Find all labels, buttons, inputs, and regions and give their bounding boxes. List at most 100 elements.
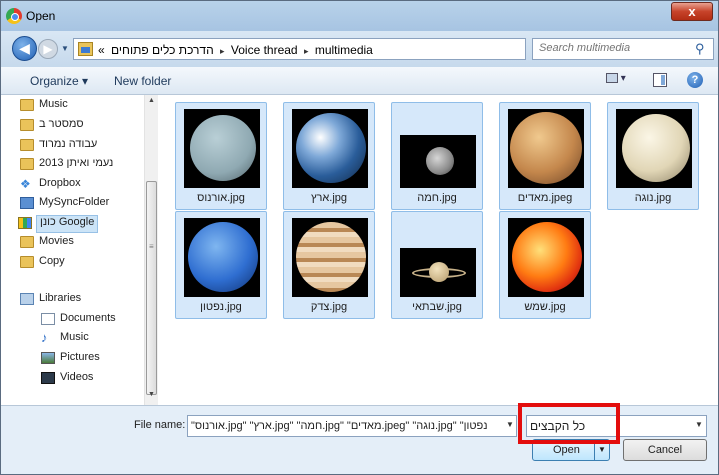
mars-thumbnail — [508, 109, 584, 188]
chevron-down-icon[interactable]: ▼ — [695, 420, 703, 429]
saturn-thumbnail — [400, 248, 476, 297]
breadcrumb-item[interactable]: Voice thread — [231, 43, 298, 57]
file-item[interactable]: ארץ.jpg — [283, 102, 375, 210]
sidebar-item[interactable]: עבודה נמרוד — [20, 138, 98, 156]
sidebar-item-label: Music — [39, 98, 68, 110]
sidebar-item-label: Movies — [39, 235, 74, 247]
sidebar-item[interactable]: Music — [20, 98, 68, 116]
breadcrumb-separator-icon[interactable]: ▸ — [304, 46, 309, 56]
file-item[interactable]: נוגה.jpg — [607, 102, 699, 210]
scroll-up-icon[interactable]: ▲ — [148, 97, 155, 104]
file-name: אורנוס.jpg — [197, 192, 245, 204]
file-name: נפטון.jpg — [200, 301, 242, 313]
open-button-label: Open — [553, 444, 580, 456]
folder-icon — [20, 139, 34, 151]
copy-icon — [20, 256, 34, 268]
sidebar-item-label: Pictures — [60, 351, 100, 363]
folder-icon — [20, 158, 34, 170]
videos-icon — [41, 372, 55, 384]
sidebar-item-label: כונן Google — [40, 216, 95, 228]
libraries-icon — [20, 293, 34, 305]
breadcrumb: « הדרכת כלים פתוחים ▸ Voice thread ▸ mul… — [98, 43, 376, 57]
sidebar-item-label: Copy — [39, 255, 65, 267]
help-icon[interactable]: ? — [687, 72, 703, 88]
file-item[interactable]: נפטון.jpg — [175, 211, 267, 319]
sidebar-item[interactable]: Videos — [41, 371, 94, 389]
organize-button[interactable]: Organize ▾ — [30, 74, 88, 88]
venus-thumbnail — [616, 109, 692, 188]
scroll-down-icon[interactable]: ▼ — [148, 391, 155, 398]
sidebar-item-label: Videos — [60, 371, 94, 383]
breadcrumb-overflow[interactable]: « — [98, 43, 105, 57]
sidebar-item[interactable]: Pictures — [41, 351, 100, 369]
cancel-button[interactable]: Cancel — [623, 439, 707, 461]
file-item[interactable]: שמש.jpg — [499, 211, 591, 319]
back-button[interactable]: ◀ — [12, 36, 37, 61]
file-name: שמש.jpg — [524, 301, 566, 313]
chrome-icon — [6, 8, 22, 24]
sidebar-item[interactable]: ❖ Dropbox — [20, 177, 81, 195]
pictures-icon — [41, 352, 55, 364]
close-button[interactable]: x — [671, 2, 713, 21]
sidebar-item-label: סמסטר ב — [39, 118, 84, 130]
sidebar-item-label: Dropbox — [39, 177, 81, 189]
sidebar-item-label: Documents — [60, 312, 116, 324]
breadcrumb-separator-icon[interactable]: ▸ — [220, 46, 225, 56]
file-name-value[interactable]: "אורנוס.jpg" "ארץ.jpg" "חמה.jpg" "מאדים.… — [191, 420, 501, 432]
recent-pages-dropdown[interactable]: ▼ — [61, 44, 69, 53]
file-item[interactable]: צדק.jpg — [283, 211, 375, 319]
dropbox-icon: ❖ — [20, 177, 31, 191]
change-view-button[interactable]: ▾ — [606, 73, 638, 89]
search-box[interactable]: ⚲ — [532, 38, 714, 60]
file-name-field[interactable]: "אורנוס.jpg" "ארץ.jpg" "חמה.jpg" "מאדים.… — [187, 415, 517, 437]
sidebar-item[interactable]: ♪ Music — [41, 331, 89, 349]
sidebar-scrollbar[interactable]: ▲ ≡ ▼ — [144, 95, 158, 405]
preview-pane-icon[interactable] — [653, 73, 667, 87]
sidebar-item[interactable]: Movies — [20, 235, 74, 253]
earth-thumbnail — [292, 109, 368, 188]
file-name: נוגה.jpg — [634, 192, 672, 204]
sidebar-item[interactable]: Copy — [20, 255, 65, 273]
file-item[interactable]: חמה.jpg — [391, 102, 483, 210]
file-list: אורנוס.jpg ארץ.jpg חמה.jpg מאדים.jpeg נו… — [158, 95, 718, 405]
file-name: שבתאי.jpg — [412, 301, 462, 313]
breadcrumb-item[interactable]: הדרכת כלים פתוחים — [111, 43, 214, 57]
search-input[interactable] — [539, 42, 689, 54]
uranus-thumbnail — [184, 109, 260, 188]
sidebar-item[interactable]: Documents — [41, 312, 116, 330]
folder-icon — [20, 119, 34, 131]
title-bar: Open x — [1, 1, 718, 31]
open-file-dialog: Open x ◀ ▶ ▼ « הדרכת כלים פתוחים ▸ Voice… — [0, 0, 719, 475]
documents-icon — [41, 313, 55, 325]
file-item[interactable]: שבתאי.jpg — [391, 211, 483, 319]
folder-icon — [20, 99, 34, 111]
sidebar-item-google-drive[interactable]: כונן Google — [18, 215, 99, 233]
window-title: Open — [26, 9, 56, 23]
file-name: מאדים.jpeg — [517, 192, 573, 204]
sidebar-item-label: עבודה נמרוד — [39, 138, 98, 150]
address-bar[interactable]: « הדרכת כלים פתוחים ▸ Voice thread ▸ mul… — [73, 38, 590, 60]
file-name: ארץ.jpg — [310, 192, 348, 204]
toolbar: Organize ▾ New folder ▾ ? — [1, 67, 718, 95]
new-folder-button[interactable]: New folder — [114, 74, 171, 88]
file-item[interactable]: מאדים.jpeg — [499, 102, 591, 210]
jupiter-thumbnail — [292, 218, 368, 297]
file-name-dropdown-icon[interactable]: ▼ — [506, 420, 514, 429]
navigation-pane: Music סמסטר ב עבודה נמרוד נעמי ואיתן 201… — [1, 95, 158, 405]
neptune-thumbnail — [184, 218, 260, 297]
file-name: חמה.jpg — [417, 192, 457, 204]
sidebar-item[interactable]: סמסטר ב — [20, 118, 84, 136]
forward-button[interactable]: ▶ — [38, 39, 58, 59]
sidebar-item-label: MySyncFolder — [39, 196, 110, 208]
sidebar-item-label: Libraries — [39, 292, 82, 304]
navigation-bar: ◀ ▶ ▼ « הדרכת כלים פתוחים ▸ Voice thread… — [1, 31, 718, 67]
breadcrumb-item[interactable]: multimedia — [315, 43, 373, 57]
sidebar-item-libraries[interactable]: Libraries — [20, 292, 82, 310]
sidebar-item[interactable]: MySyncFolder — [20, 196, 110, 214]
folder-icon — [78, 42, 93, 56]
search-icon[interactable]: ⚲ — [695, 41, 705, 57]
sidebar-item-label: נעמי ואיתן 2013 — [39, 157, 114, 169]
file-item[interactable]: אורנוס.jpg — [175, 102, 267, 210]
scrollbar-thumb[interactable]: ≡ — [146, 181, 157, 395]
sidebar-item[interactable]: נעמי ואיתן 2013 — [20, 157, 114, 175]
